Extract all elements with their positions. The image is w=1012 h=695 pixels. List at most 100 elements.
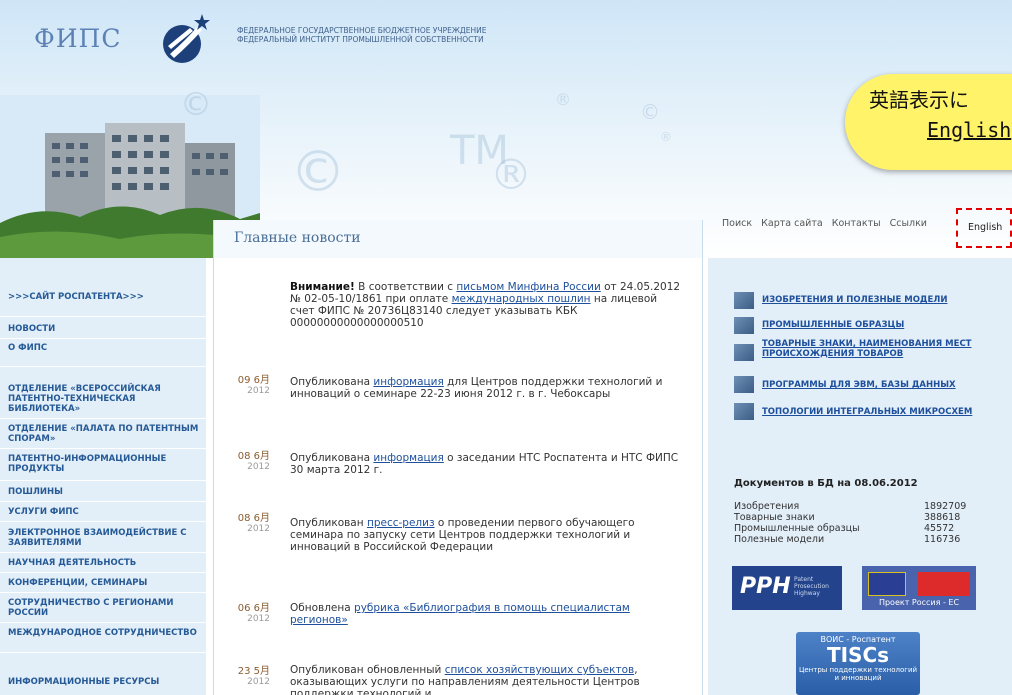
sidebar-item-regions[interactable]: СОТРУДНИЧЕСТВО С РЕГИОНАМИ РОССИИ [8, 598, 204, 618]
news-link[interactable]: информация [373, 452, 443, 464]
sidebar-item-library[interactable]: ОТДЕЛЕНИЕ «ВСЕРОССИЙСКАЯ ПАТЕНТНО-ТЕХНИЧ… [8, 384, 204, 414]
pph-logo: PPH [740, 574, 791, 599]
stats-value: 388618 [924, 512, 961, 523]
copyright-watermark: © [290, 140, 346, 205]
tiscs-title: TISCs [826, 643, 890, 667]
sidebar-item-info-resources[interactable]: ИНФОРМАЦИОННЫЕ РЕСУРСЫ [8, 677, 204, 687]
sidebar-item-electronic-interaction[interactable]: ЭЛЕКТРОННОЕ ВЗАИМОДЕЙСТВИЕ С ЗАЯВИТЕЛЯМИ [8, 528, 204, 548]
pph-banner[interactable]: PPH Patent Prosecution Highway [732, 566, 842, 610]
news-list: Внимание! В соответствии с письмом Минфи… [213, 258, 703, 695]
news-date: 23 5月 2012 [230, 662, 270, 687]
sidebar-divider [0, 572, 206, 573]
nav-sitemap-link[interactable]: Карта сайта [761, 218, 823, 229]
category-topologies-link[interactable]: ТОПОЛОГИИ ИНТЕГРАЛЬНЫХ МИКРОСХЕМ [762, 407, 972, 418]
stats-label: Промышленные образцы [734, 523, 860, 534]
sidebar-divider [0, 552, 206, 553]
stats-row: Товарные знаки 388618 [734, 512, 980, 523]
nav-links-link[interactable]: Ссылки [890, 218, 927, 229]
sidebar-item-science[interactable]: НАУЧНАЯ ДЕЯТЕЛЬНОСТЬ [8, 558, 204, 568]
sidebar-divider [0, 592, 206, 593]
sidebar-divider [0, 501, 206, 502]
stats-label: Товарные знаки [734, 512, 815, 523]
pph-caption: Patent Prosecution Highway [794, 576, 829, 597]
copyright-watermark: © [180, 85, 212, 123]
sidebar-item-disputes-chamber[interactable]: ОТДЕЛЕНИЕ «ПАЛАТА ПО ПАТЕНТНЫМ СПОРАМ» [8, 424, 204, 444]
sidebar-divider [0, 448, 206, 449]
news-date-year: 2012 [247, 677, 270, 687]
news-date: 09 6月 2012 [230, 371, 270, 396]
org-name-line1: ФЕДЕРАЛЬНОЕ ГОСУДАРСТВЕННОЕ БЮДЖЕТНОЕ УЧ… [237, 26, 487, 35]
stats-label: Изобретения [734, 501, 800, 512]
news-link[interactable]: письмом Минфина России [456, 281, 600, 293]
fips-logo-icon[interactable] [160, 14, 210, 66]
trademark-icon [734, 344, 754, 361]
category-inventions-link[interactable]: ИЗОБРЕТЕНИЯ И ПОЛЕЗНЫЕ МОДЕЛИ [762, 295, 947, 306]
category-trademarks-link[interactable]: ТОВАРНЫЕ ЗНАКИ, НАИМЕНОВАНИЯ МЕСТ ПРОИСХ… [762, 339, 994, 359]
russia-eu-project-banner[interactable]: Проект Россия - ЕС [862, 566, 976, 610]
nav-search-link[interactable]: Поиск [722, 218, 752, 229]
news-item: Опубликована информация для Центров подд… [290, 376, 684, 400]
news-link[interactable]: информация [373, 376, 443, 388]
news-item: Опубликована информация о заседании НТС … [290, 452, 684, 476]
english-display-callout: 英語表示に English [845, 74, 1012, 170]
sidebar-divider [0, 480, 206, 481]
news-date-day: 08 6月 [237, 513, 270, 524]
news-link[interactable]: пресс-релиз [367, 517, 435, 529]
sidebar-item-news[interactable]: НОВОСТИ [8, 324, 204, 334]
registered-watermark: ® [490, 150, 532, 199]
news-date: 06 6月 2012 [230, 599, 270, 624]
news-text: Опубликована [290, 376, 374, 388]
news-date: 08 6月 2012 [230, 447, 270, 472]
sidebar-menu: >>>САЙТ РОСПАТЕНТА>>> НОВОСТИ О ФИПС ОТД… [0, 258, 206, 695]
registered-watermark: ® [660, 130, 672, 144]
sidebar-divider [0, 316, 206, 317]
sidebar-item-about[interactable]: О ФИПС [8, 343, 204, 353]
sidebar-divider [0, 338, 206, 339]
callout-english-link[interactable]: English [927, 118, 1011, 142]
news-date-year: 2012 [247, 524, 270, 534]
microchip-icon [734, 403, 754, 420]
category-industrial-designs-link[interactable]: ПРОМЫШЛЕННЫЕ ОБРАЗЦЫ [762, 320, 904, 331]
category-software-link[interactable]: ПРОГРАММЫ ДЛЯ ЭВМ, БАЗЫ ДАННЫХ [762, 380, 956, 391]
stats-value: 45572 [924, 523, 955, 534]
tiscs-caption: Центры поддержки технологий и инноваций [798, 666, 918, 682]
news-notice-label: Внимание! [290, 281, 355, 293]
sidebar-divider [0, 521, 206, 522]
eu-banner-caption: Проект Россия - ЕС [878, 598, 960, 607]
industrial-design-icon [734, 317, 754, 334]
sidebar-item-rospatent-site[interactable]: >>>САЙТ РОСПАТЕНТА>>> [8, 292, 204, 302]
stats-row: Промышленные образцы 45572 [734, 523, 980, 534]
registered-watermark: ® [555, 90, 571, 109]
project-logo-icon [918, 572, 970, 596]
news-link[interactable]: список хозяйствующих субъектов [445, 664, 635, 676]
news-date-year: 2012 [247, 386, 270, 396]
eu-flag-icon [868, 572, 906, 596]
news-item-notice: Внимание! В соответствии с письмом Минфи… [290, 281, 684, 329]
tiscs-banner[interactable]: ВОИС - Роспатент TISCs Центры поддержки … [796, 632, 920, 695]
top-nav: Поиск Карта сайта Контакты Ссылки [722, 218, 933, 229]
stats-value: 116736 [924, 534, 961, 545]
stats-row: Полезные модели 116736 [734, 534, 980, 545]
nav-contacts-link[interactable]: Контакты [832, 218, 881, 229]
news-date-year: 2012 [247, 614, 270, 624]
copyright-watermark: © [640, 100, 660, 124]
news-date-day: 06 6月 [237, 603, 270, 614]
sidebar-divider [0, 418, 206, 419]
news-date-day: 09 6月 [237, 375, 270, 386]
news-text: Обновлена [290, 602, 355, 614]
news-link[interactable]: международных пошлин [452, 293, 591, 305]
news-item: Опубликован обновленный список хозяйству… [290, 664, 684, 695]
sidebar-item-services[interactable]: УСЛУГИ ФИПС [8, 507, 204, 517]
news-item: Обновлена рубрика «Библиография в помощь… [290, 602, 684, 626]
sidebar-item-international[interactable]: МЕЖДУНАРОДНОЕ СОТРУДНИЧЕСТВО [8, 628, 204, 638]
stats-label: Полезные модели [734, 534, 825, 545]
stats-title: Документов в БД на 08.06.2012 [734, 478, 918, 489]
sidebar-item-info-products[interactable]: ПАТЕНТНО-ИНФОРМАЦИОННЫЕ ПРОДУКТЫ [8, 454, 204, 474]
english-link[interactable]: English [956, 208, 1012, 248]
news-text: Опубликована [290, 452, 374, 464]
news-text: Опубликован обновленный [290, 664, 445, 676]
sidebar-item-fees[interactable]: ПОШЛИНЫ [8, 487, 204, 497]
fips-logo-text[interactable]: ФИПС [34, 24, 121, 53]
sidebar-item-conferences[interactable]: КОНФЕРЕНЦИИ, СЕМИНАРЫ [8, 578, 204, 588]
news-text: Опубликован [290, 517, 367, 529]
